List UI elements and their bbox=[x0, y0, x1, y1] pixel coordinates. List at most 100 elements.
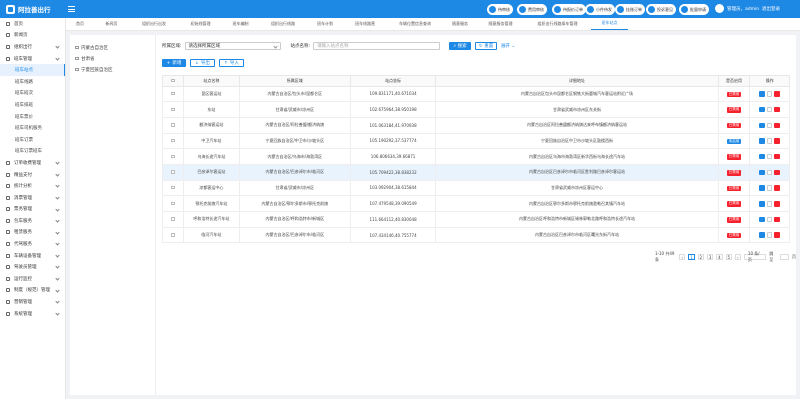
sidebar-subitem-7[interactable]: 班车排班 bbox=[0, 99, 65, 111]
status-badge[interactable]: 已禁用 bbox=[727, 107, 741, 113]
delete-icon[interactable] bbox=[774, 232, 780, 238]
sidebar-item-25[interactable]: 系统管理 bbox=[0, 308, 65, 320]
delete-icon[interactable] bbox=[774, 91, 780, 97]
status-badge[interactable]: 已禁用 bbox=[727, 122, 741, 129]
search-button[interactable]: ⌕ 搜索 bbox=[449, 42, 472, 50]
status-badge[interactable]: 已禁用 bbox=[727, 185, 741, 192]
edit-icon[interactable] bbox=[759, 232, 765, 238]
table-row[interactable]: 乌海长途汽车站 内蒙古自治区/乌海市/海勃湾区 106.806634,39.6687… bbox=[162, 148, 790, 165]
sidebar-item-21[interactable]: 驾驶员管理 bbox=[0, 261, 65, 273]
status-badge[interactable]: 已禁用 bbox=[727, 217, 741, 223]
delete-icon[interactable] bbox=[774, 153, 780, 160]
edit-icon[interactable] bbox=[759, 201, 765, 207]
sidebar-item-0[interactable]: 首页 bbox=[0, 18, 65, 30]
status-badge[interactable]: 已禁用 bbox=[727, 91, 741, 98]
copy-icon[interactable] bbox=[766, 138, 773, 144]
copy-icon[interactable] bbox=[766, 232, 773, 238]
tab-7[interactable]: 班车线路营 bbox=[343, 17, 387, 30]
edit-icon[interactable] bbox=[759, 153, 765, 160]
expand-icon[interactable] bbox=[75, 56, 79, 61]
tree-node-2[interactable]: 宁夏回族自治区 bbox=[70, 64, 155, 75]
sidebar-item-3[interactable]: 班车管理 bbox=[0, 53, 65, 65]
expand-icon[interactable] bbox=[75, 45, 79, 50]
quick-action-3[interactable]: 小件待发 bbox=[585, 4, 615, 15]
quick-action-4[interactable]: 挂账订单 bbox=[615, 4, 645, 15]
page-button-1[interactable]: 1 bbox=[688, 254, 695, 260]
sidebar-item-2[interactable]: 组织出行 bbox=[0, 41, 65, 53]
quick-action-2[interactable]: 待报价订单 bbox=[552, 4, 586, 15]
row-checkbox[interactable] bbox=[162, 179, 184, 197]
page-button-5[interactable]: 5 bbox=[725, 254, 732, 260]
region-select[interactable]: 请选择所属区域 bbox=[184, 42, 281, 50]
edit-icon[interactable] bbox=[759, 169, 765, 176]
delete-icon[interactable] bbox=[774, 216, 780, 223]
tab-11[interactable]: 组织出行线路乘车管理 bbox=[524, 17, 591, 30]
edit-icon[interactable] bbox=[759, 122, 765, 129]
export-button[interactable]: ↓ 导出 bbox=[190, 59, 215, 67]
delete-icon[interactable] bbox=[774, 106, 780, 113]
sidebar-item-18[interactable]: 租赁服务 bbox=[0, 227, 65, 239]
status-badge[interactable]: 已禁用 bbox=[727, 170, 741, 176]
copy-icon[interactable] bbox=[766, 122, 773, 129]
table-row[interactable]: 呼和浩特长途汽车站 内蒙古自治区/呼和浩特市/新城区 111.664112,40.8… bbox=[162, 211, 790, 228]
tab-3[interactable]: 初始线管理 bbox=[179, 17, 222, 30]
add-button[interactable]: + 新增 bbox=[162, 59, 186, 67]
expand-link[interactable]: 展开 ⌄ bbox=[501, 43, 515, 49]
delete-icon[interactable] bbox=[774, 201, 780, 207]
sidebar-subitem-10[interactable]: 班车订票 bbox=[0, 134, 65, 146]
sidebar-item-12[interactable]: 订单收费管理 bbox=[0, 157, 65, 169]
sidebar-subitem-9[interactable]: 班车司机服务 bbox=[0, 122, 65, 134]
tree-node-0[interactable]: 内蒙古自治区 bbox=[70, 42, 155, 53]
row-checkbox[interactable] bbox=[162, 101, 184, 118]
table-row[interactable]: 临河汽车站 内蒙古自治区/巴彦淖尔市/临河区 107.434146,40.75577… bbox=[162, 226, 790, 244]
reset-button[interactable]: ↻ 重置 bbox=[475, 42, 498, 50]
row-checkbox[interactable] bbox=[162, 226, 184, 244]
tab-8[interactable]: 车辆位置信息查询 bbox=[387, 17, 443, 30]
import-button[interactable]: ↑ 导入 bbox=[219, 59, 244, 67]
tab-2[interactable]: 组织出行出发 bbox=[129, 17, 179, 30]
tab-5[interactable]: 组织出行线路 bbox=[259, 17, 307, 30]
row-checkbox[interactable] bbox=[162, 163, 184, 181]
table-row[interactable]: 巴彦淖尔客运站 内蒙古自治区/巴彦淖尔市/临河区 105.709422,38.838… bbox=[162, 163, 790, 181]
tab-1[interactable]: 新闻页 bbox=[94, 17, 129, 30]
row-checkbox[interactable] bbox=[162, 116, 184, 134]
quick-action-0[interactable]: 待审核 bbox=[487, 4, 513, 15]
status-badge[interactable]: 已禁用 bbox=[727, 232, 741, 239]
logout-link[interactable]: 退出登录 bbox=[762, 6, 780, 12]
sidebar-item-13[interactable]: 精益支付 bbox=[0, 169, 65, 181]
tab-10[interactable]: 随意服务管理 bbox=[477, 17, 524, 30]
next-page-icon[interactable]: › bbox=[734, 254, 741, 260]
page-button-2[interactable]: 2 bbox=[697, 254, 704, 260]
expand-icon[interactable] bbox=[75, 67, 79, 72]
sidebar-item-15[interactable]: 消票管理 bbox=[0, 192, 65, 204]
edit-icon[interactable] bbox=[759, 106, 765, 113]
delete-icon[interactable] bbox=[774, 138, 780, 144]
table-row[interactable]: 鄂托克前旗汽车站 内蒙古自治区/鄂尔多斯市/鄂托克前旗 107.479548,39.… bbox=[162, 195, 790, 212]
goto-input[interactable] bbox=[779, 254, 789, 260]
menu-toggle-icon[interactable] bbox=[68, 4, 78, 14]
tree-node-1[interactable]: 甘肃省 bbox=[70, 53, 155, 64]
edit-icon[interactable] bbox=[759, 216, 765, 223]
name-input[interactable]: 请输入站点名称 bbox=[313, 42, 441, 50]
sidebar-subitem-4[interactable]: 班车站点 bbox=[0, 64, 65, 76]
sidebar-subitem-5[interactable]: 班车线路 bbox=[0, 76, 65, 88]
edit-icon[interactable] bbox=[759, 185, 765, 191]
sidebar-subitem-6[interactable]: 班车班次 bbox=[0, 88, 65, 100]
copy-icon[interactable] bbox=[766, 185, 773, 191]
page-size-select[interactable]: 10 条/页 bbox=[743, 251, 767, 262]
row-checkbox[interactable] bbox=[162, 85, 184, 103]
quick-action-1[interactable]: 费用审核 bbox=[517, 4, 547, 15]
delete-icon[interactable] bbox=[774, 185, 780, 191]
quick-action-6[interactable]: 批量申请 bbox=[679, 4, 709, 15]
table-row[interactable]: 东站 甘肃省/武威市/凉州区 102.675964,38.950198 甘肃省武威市凉… bbox=[162, 101, 790, 118]
table-row[interactable]: 昆区客运站 内蒙古自治区/包头市/昆都仑区 109.831171,40.671034… bbox=[162, 85, 790, 103]
copy-icon[interactable] bbox=[766, 216, 773, 223]
tab-6[interactable]: 班车计划 bbox=[307, 17, 343, 30]
copy-icon[interactable] bbox=[766, 169, 773, 176]
prev-page-icon[interactable]: ‹ bbox=[679, 254, 686, 260]
sidebar-subitem-8[interactable]: 班车票价 bbox=[0, 111, 65, 123]
sidebar-item-20[interactable]: 车辆设备管理 bbox=[0, 250, 65, 262]
sidebar-item-24[interactable]: 营销管理 bbox=[0, 296, 65, 308]
sidebar-item-17[interactable]: 包车服务 bbox=[0, 215, 65, 227]
copy-icon[interactable] bbox=[766, 106, 773, 113]
